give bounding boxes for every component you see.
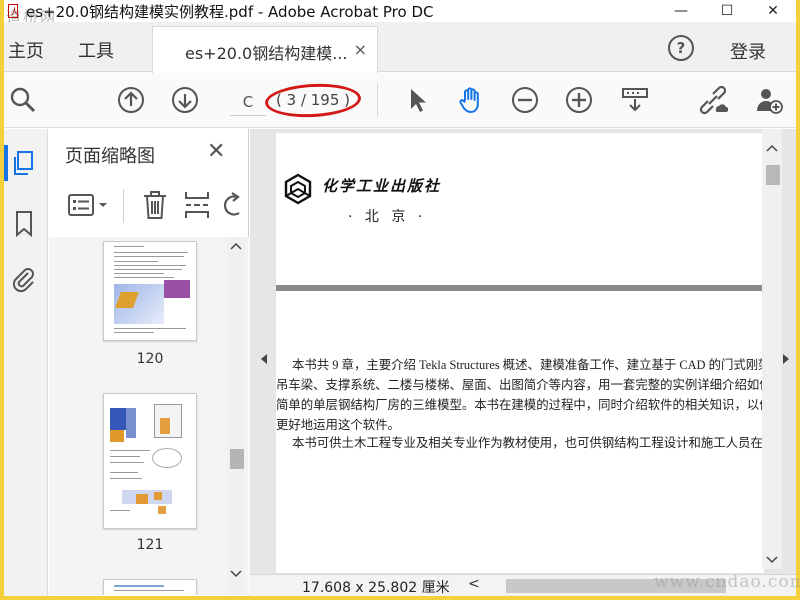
insert-page-icon[interactable] <box>183 189 211 221</box>
window-controls: — ☐ ✕ <box>658 0 796 22</box>
expand-right-icon[interactable] <box>782 353 790 365</box>
thumbnail-page-number: 121 <box>136 537 164 553</box>
login-button[interactable]: 登录 <box>730 38 766 64</box>
attachments-icon[interactable] <box>10 265 38 293</box>
scrollbar-thumb[interactable] <box>230 449 244 469</box>
scroll-down-icon[interactable] <box>230 569 242 579</box>
tab-bar: 主页 工具 es+20.0钢结构建模... × ? 登录 <box>4 22 796 73</box>
options-menu-icon[interactable] <box>67 191 113 221</box>
window-title: es+20.0钢结构建模实例教程.pdf - Adobe Acrobat Pro… <box>26 2 434 21</box>
scroll-down-icon[interactable] <box>766 555 778 565</box>
publisher-logo <box>284 173 312 205</box>
page-dimensions: 17.608 x 25.802 厘米 <box>302 580 450 596</box>
zoom-search-icon[interactable] <box>8 85 38 115</box>
paragraph-line: 吊车梁、支撑系统、二楼与楼梯、屋面、出图简介等内容，用一套完整的实例详细介绍如何… <box>276 378 764 392</box>
prev-page-icon[interactable] <box>116 85 146 115</box>
close-panel-button[interactable]: ✕ <box>207 139 225 164</box>
highlight-oval <box>264 81 362 120</box>
tab-home[interactable]: 主页 <box>8 37 44 63</box>
thumbnail-panel: 页面缩略图 ✕ 120 121 <box>49 129 249 596</box>
page-thumbnail[interactable] <box>103 579 197 595</box>
document-scrollbar[interactable] <box>762 129 782 569</box>
active-indicator <box>4 145 8 181</box>
share-link-icon[interactable] <box>698 85 728 115</box>
scrollbar-thumb[interactable] <box>766 165 780 185</box>
document-view[interactable]: 化学工业出版社 · 北 京 · 本书共 9 章，主要介绍 Tekla Struc… <box>250 129 796 596</box>
page-thumbnail[interactable] <box>103 393 197 529</box>
paragraph-line: 本书可供土木工程专业及相关专业作为教材使用，也可供钢结构工程设计和施工人员在工作 <box>292 436 764 450</box>
select-cursor-icon[interactable] <box>402 85 432 115</box>
zoom-in-icon[interactable] <box>564 85 594 115</box>
zoom-out-icon[interactable] <box>510 85 540 115</box>
paragraph-line: 本书共 9 章，主要介绍 Tekla Structures 概述、建模准备工作、… <box>292 358 764 372</box>
publisher-name: 化学工业出版社 <box>322 177 442 195</box>
paragraph-line: 简单的单层钢结构厂房的三维模型。本书在建模的过程中，同时介绍软件的相关知识，以便… <box>276 398 764 412</box>
add-user-icon[interactable] <box>754 85 784 115</box>
acrobat-window: 人 es+20.0钢结构建模实例教程.pdf - Adobe Acrobat P… <box>4 0 796 596</box>
close-window-button[interactable]: ✕ <box>750 0 796 22</box>
thumbnail-page-number: 120 <box>136 351 164 367</box>
page-divider <box>276 285 764 291</box>
panel-title: 页面缩略图 <box>65 146 155 167</box>
publisher-city: · 北 京 · <box>348 209 427 225</box>
page-thumbnail[interactable] <box>103 241 197 341</box>
scroll-up-icon[interactable] <box>230 241 242 251</box>
collapse-left-icon[interactable] <box>260 353 268 365</box>
thumbnails-list[interactable]: 120 121 <box>49 237 249 595</box>
delete-icon[interactable] <box>141 189 169 221</box>
toolbar-separator <box>377 83 378 117</box>
next-page-icon[interactable] <box>170 85 200 115</box>
tab-tools[interactable]: 工具 <box>78 37 114 63</box>
rotate-icon[interactable] <box>221 191 243 221</box>
bookmarks-icon[interactable] <box>10 209 38 237</box>
page-number-input[interactable]: C <box>230 88 266 116</box>
close-tab-button[interactable]: × <box>354 40 367 59</box>
scroll-up-icon[interactable] <box>766 143 778 153</box>
hand-icon[interactable] <box>456 85 486 115</box>
page-thumbnails-icon[interactable] <box>10 149 38 177</box>
page-display-icon[interactable] <box>620 85 650 115</box>
thumbnail-scrollbar[interactable] <box>227 237 245 595</box>
navigation-rail <box>4 129 48 596</box>
tab-document[interactable]: es+20.0钢结构建模... × <box>152 26 378 73</box>
tool-separator <box>123 189 124 223</box>
help-icon[interactable]: ? <box>668 35 694 61</box>
pdf-page: 化学工业出版社 · 北 京 · 本书共 9 章，主要介绍 Tekla Struc… <box>276 133 764 573</box>
title-bar: 人 es+20.0钢结构建模实例教程.pdf - Adobe Acrobat P… <box>4 0 796 22</box>
minimize-button[interactable]: — <box>658 0 704 22</box>
maximize-button[interactable]: ☐ <box>704 0 750 22</box>
paragraph-line: 更好地运用这个软件。 <box>276 418 400 432</box>
watermark-url: www.cndao.com <box>654 572 800 592</box>
document-tab-label: es+20.0钢结构建模... <box>185 44 348 63</box>
scroll-left-button[interactable]: < <box>468 576 480 592</box>
panel-toolbar <box>49 179 249 235</box>
toolbar: C ( 3 / 195 ) <box>4 73 796 128</box>
